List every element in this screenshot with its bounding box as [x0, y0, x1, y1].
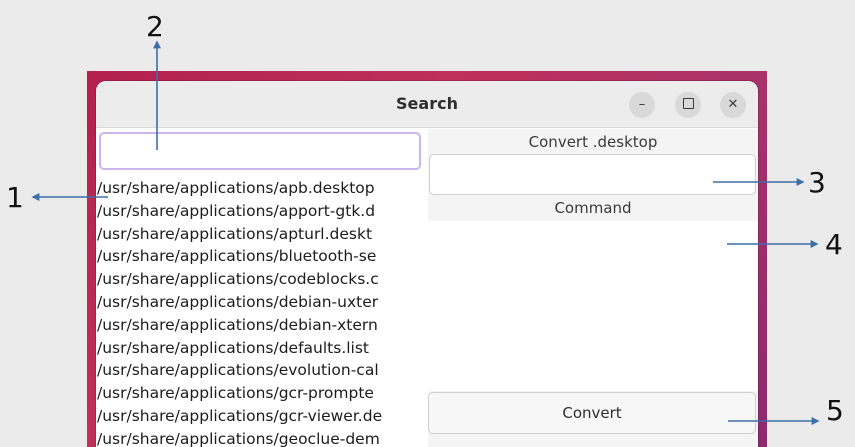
list-item[interactable]: /usr/share/applications/defaults.list — [97, 337, 427, 360]
search-window: Search – ✕ /usr/share/applications/apb.d… — [96, 81, 758, 447]
list-item[interactable]: /usr/share/applications/apport-gtk.d — [97, 200, 427, 223]
list-item[interactable]: /usr/share/applications/bluetooth-se — [97, 245, 427, 268]
list-item[interactable]: /usr/share/applications/gcr-prompte — [97, 382, 427, 405]
annotation-label-4: 4 — [825, 228, 843, 261]
maximize-icon — [682, 98, 694, 109]
list-item[interactable]: /usr/share/applications/gcr-viewer.de — [97, 405, 427, 428]
command-label: Command — [554, 199, 632, 217]
close-button[interactable]: ✕ — [720, 92, 746, 118]
convert-button[interactable]: Convert — [428, 392, 756, 434]
annotation-label-5: 5 — [826, 394, 844, 427]
list-item[interactable]: /usr/share/applications/apb.desktop — [97, 177, 427, 200]
convert-desktop-field[interactable] — [429, 154, 756, 195]
annotation-label-1: 1 — [6, 181, 24, 214]
file-list[interactable]: /usr/share/applications/apb.desktop /usr… — [97, 177, 427, 447]
list-item[interactable]: /usr/share/applications/apturl.deskt — [97, 223, 427, 246]
window-title: Search — [396, 94, 458, 113]
title-bar[interactable]: Search – ✕ — [96, 81, 758, 128]
annotation-label-3: 3 — [808, 166, 826, 199]
search-input[interactable] — [99, 132, 421, 170]
list-item[interactable]: /usr/share/applications/geoclue-dem — [97, 428, 427, 447]
convert-desktop-label: Convert .desktop — [528, 133, 658, 151]
maximize-button[interactable] — [675, 92, 701, 118]
annotation-label-2: 2 — [146, 10, 164, 43]
list-item[interactable]: /usr/share/applications/debian-uxter — [97, 291, 427, 314]
list-item[interactable]: /usr/share/applications/codeblocks.c — [97, 268, 427, 291]
list-item[interactable]: /usr/share/applications/debian-xtern — [97, 314, 427, 337]
command-output[interactable] — [428, 221, 758, 391]
minimize-button[interactable]: – — [629, 92, 655, 118]
list-item[interactable]: /usr/share/applications/evolution-cal — [97, 359, 427, 382]
convert-pane: Convert .desktop Command Convert — [428, 129, 758, 447]
